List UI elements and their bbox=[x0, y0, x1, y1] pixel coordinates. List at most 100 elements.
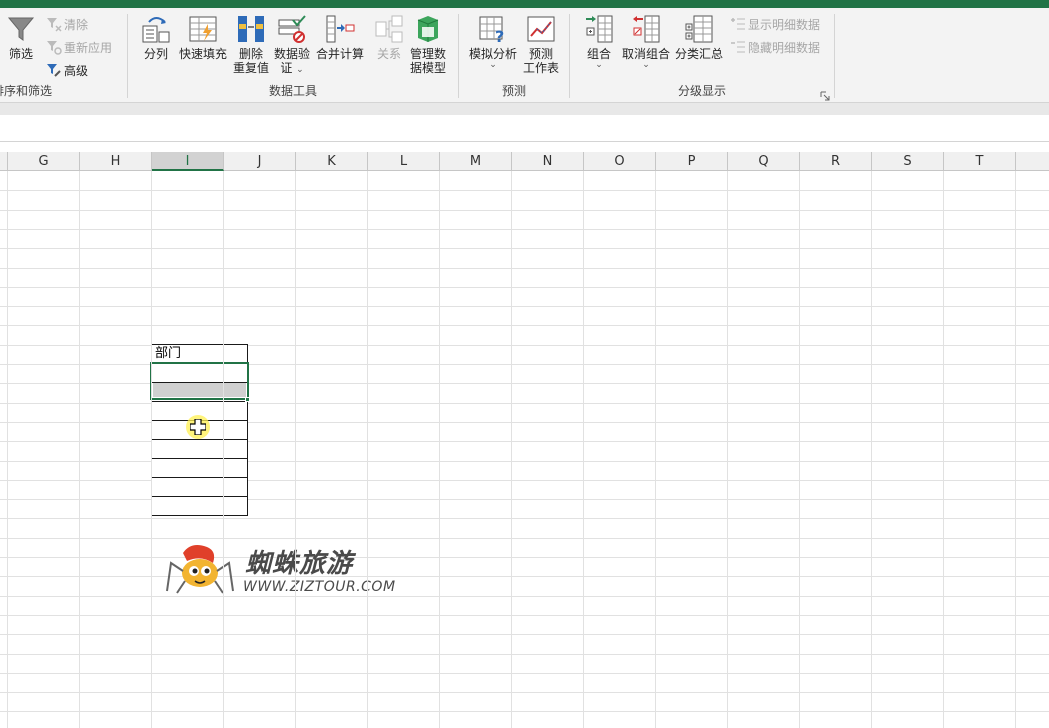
grid-column-line bbox=[7, 171, 8, 728]
grid-row-line bbox=[0, 634, 1049, 635]
hide-detail-button[interactable]: 隐藏明细数据 bbox=[730, 37, 820, 57]
column-header-h[interactable]: H bbox=[80, 152, 152, 171]
grid-row-line bbox=[0, 538, 1049, 539]
group-sort-filter: 筛选 清除 重新应用 高级 排序和筛选 bbox=[0, 8, 127, 103]
column-header-i[interactable]: I bbox=[152, 152, 224, 171]
chevron-down-icon: ⌄ bbox=[489, 60, 497, 70]
reapply-label: 重新应用 bbox=[64, 40, 113, 55]
table-cell[interactable] bbox=[151, 440, 248, 459]
flash-fill-button[interactable]: 快速填充 bbox=[179, 14, 227, 61]
chevron-down-icon: ⌄ bbox=[296, 65, 304, 75]
grid-row-line bbox=[0, 287, 1049, 288]
data-validation-line2: 证 ⌄ bbox=[280, 61, 304, 75]
group-rows-label: 组合 bbox=[586, 47, 611, 61]
grid-row-line bbox=[0, 268, 1049, 269]
group-label-forecast: 预测 bbox=[501, 84, 526, 98]
formula-bar[interactable] bbox=[0, 115, 1049, 142]
show-detail-label: 显示明细数据 bbox=[748, 17, 821, 32]
grid-row-line bbox=[0, 306, 1049, 307]
advanced-filter-icon bbox=[47, 64, 61, 77]
group-outline: 组合 ⌄ 取消组合 ⌄ 分类汇总 显示明细数据 隐藏明细数据 分级显示 bbox=[570, 8, 834, 103]
column-header-o[interactable]: O bbox=[584, 152, 656, 171]
data-model-icon bbox=[417, 16, 439, 42]
ribbon-data-tab: 筛选 清除 重新应用 高级 排序和筛选 bbox=[0, 8, 1049, 103]
filter-button[interactable]: 筛选 bbox=[6, 14, 36, 61]
cursor-cross-icon bbox=[190, 419, 206, 435]
clear-icon bbox=[47, 18, 62, 32]
grid-column-line bbox=[151, 171, 152, 728]
table-cell[interactable] bbox=[151, 497, 248, 516]
column-header-m[interactable]: M bbox=[440, 152, 512, 171]
grid-column-line bbox=[439, 171, 440, 728]
grid-column-line bbox=[871, 171, 872, 728]
grid-row-line bbox=[0, 190, 1049, 191]
consolidate-label: 合并计算 bbox=[316, 47, 365, 61]
ungroup-icon bbox=[633, 15, 660, 43]
subtotal-icon bbox=[685, 15, 713, 43]
dialog-launcher-icon[interactable] bbox=[820, 91, 830, 101]
spider-logo-icon bbox=[166, 545, 234, 594]
column-header-n[interactable]: N bbox=[512, 152, 584, 171]
remove-duplicates-line1: 删除 bbox=[239, 47, 264, 61]
grid-row-line bbox=[0, 518, 1049, 519]
advanced-filter-label: 高级 bbox=[64, 63, 89, 78]
manage-data-model-button[interactable]: 管理数 据模型 bbox=[410, 14, 446, 75]
table-cell[interactable] bbox=[151, 478, 248, 497]
column-header-partial bbox=[0, 152, 8, 171]
grid-column-line bbox=[295, 171, 296, 728]
group-rows-button[interactable]: 组合 ⌄ bbox=[584, 14, 614, 70]
chevron-down-icon: ⌄ bbox=[595, 60, 603, 70]
column-header-s[interactable]: S bbox=[872, 152, 944, 171]
column-header-p[interactable]: P bbox=[656, 152, 728, 171]
consolidate-button[interactable]: 合并计算 bbox=[316, 14, 364, 61]
show-detail-icon bbox=[731, 18, 745, 30]
forecast-sheet-button[interactable]: 预测 工作表 bbox=[523, 14, 559, 75]
column-header-q[interactable]: Q bbox=[728, 152, 800, 171]
grid-column-line bbox=[583, 171, 584, 728]
manage-data-model-line2: 据模型 bbox=[410, 61, 447, 75]
selection-fill bbox=[153, 383, 246, 397]
grid-row-line bbox=[0, 673, 1049, 674]
grid-row-line bbox=[0, 210, 1049, 211]
clear-button[interactable]: 清除 bbox=[46, 14, 88, 34]
relationships-button[interactable]: 关系 bbox=[374, 14, 404, 61]
data-validation-icon bbox=[278, 15, 306, 43]
column-header-k[interactable]: K bbox=[296, 152, 368, 171]
reapply-button[interactable]: 重新应用 bbox=[46, 37, 112, 57]
subtotal-label: 分类汇总 bbox=[675, 47, 724, 61]
flash-fill-label: 快速填充 bbox=[179, 47, 228, 61]
data-validation-button[interactable]: 数据验 证 ⌄ bbox=[274, 14, 310, 75]
remove-duplicates-button[interactable]: 删除 重复值 bbox=[233, 14, 269, 75]
active-cell-selection[interactable] bbox=[150, 362, 249, 400]
table-cell[interactable] bbox=[151, 459, 248, 478]
fill-handle[interactable] bbox=[245, 397, 250, 402]
group-label-data-tools: 数据工具 bbox=[268, 84, 317, 98]
column-header-g[interactable]: G bbox=[8, 152, 80, 171]
forecast-sheet-line2: 工作表 bbox=[523, 61, 560, 75]
column-header-l[interactable]: L bbox=[368, 152, 440, 171]
column-header-j[interactable]: J bbox=[224, 152, 296, 171]
what-if-icon: ? bbox=[479, 16, 504, 44]
data-validation-line1: 数据验 bbox=[274, 47, 311, 61]
svg-text:?: ? bbox=[495, 27, 504, 44]
group-forecast: ? 模拟分析 ⌄ 预测 工作表 预测 bbox=[459, 8, 569, 103]
ungroup-label: 取消组合 bbox=[622, 47, 671, 61]
worksheet-grid[interactable]: 部门 蜘蛛旅游 WWW.ZIZTOUR.COM bbox=[0, 171, 1049, 728]
column-header-r[interactable]: R bbox=[800, 152, 872, 171]
grid-row-line bbox=[0, 576, 1049, 577]
grid-column-line bbox=[727, 171, 728, 728]
what-if-analysis-button[interactable]: ? 模拟分析 ⌄ bbox=[469, 14, 517, 70]
ungroup-button[interactable]: 取消组合 ⌄ bbox=[622, 14, 670, 70]
table-header-cell[interactable]: 部门 bbox=[151, 344, 248, 364]
show-detail-button[interactable]: 显示明细数据 bbox=[730, 14, 820, 34]
group-icon bbox=[586, 15, 613, 43]
grid-column-line bbox=[799, 171, 800, 728]
advanced-filter-button[interactable]: 高级 bbox=[46, 60, 88, 80]
watermark-url: WWW.ZIZTOUR.COM bbox=[243, 579, 396, 595]
text-to-columns-button[interactable]: 分列 bbox=[141, 14, 171, 61]
subtotal-button[interactable]: 分类汇总 bbox=[675, 14, 723, 61]
column-header-t[interactable]: T bbox=[944, 152, 1016, 171]
grid-row-line bbox=[0, 229, 1049, 230]
grid-column-line bbox=[79, 171, 80, 728]
forecast-sheet-icon bbox=[527, 16, 555, 42]
